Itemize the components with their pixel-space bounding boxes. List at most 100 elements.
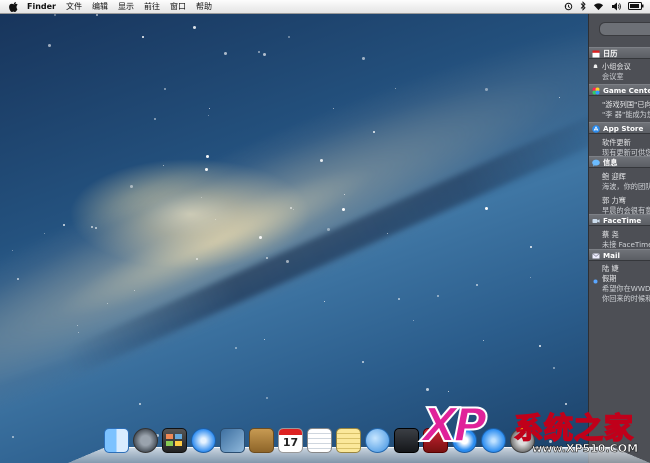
bluetooth-icon[interactable] bbox=[580, 1, 586, 11]
nc-line: "李 器"能成为您 bbox=[602, 110, 650, 119]
nc-line[interactable]: 小组会议 bbox=[602, 62, 631, 72]
nc-app-name: 日历 bbox=[603, 49, 618, 58]
star bbox=[48, 44, 51, 47]
star bbox=[44, 233, 45, 234]
nc-app-name: Mail bbox=[603, 251, 620, 260]
star bbox=[12, 250, 13, 251]
menu-go[interactable]: 前往 bbox=[144, 1, 160, 12]
watermark-xp-logo: XP bbox=[421, 397, 488, 453]
nc-header-app-store[interactable]: App Store bbox=[589, 122, 650, 134]
finder-icon[interactable] bbox=[104, 428, 129, 453]
star bbox=[209, 108, 210, 109]
star bbox=[95, 227, 97, 229]
nc-header-messages[interactable]: 信息 bbox=[589, 156, 650, 168]
menu-help[interactable]: 帮助 bbox=[196, 1, 212, 12]
star bbox=[324, 301, 325, 302]
nc-app-name: Game Center bbox=[603, 86, 650, 95]
messages-icon bbox=[592, 159, 600, 167]
nc-line: 希望你在WWDC bbox=[602, 284, 650, 293]
preview-icon[interactable] bbox=[220, 428, 245, 453]
contacts-icon[interactable] bbox=[249, 428, 274, 453]
safari-icon[interactable] bbox=[191, 428, 216, 453]
mail-icon bbox=[592, 253, 600, 259]
star bbox=[286, 260, 289, 263]
star bbox=[290, 207, 292, 209]
star bbox=[293, 209, 294, 210]
nc-line[interactable]: "游戏列国"已向您 bbox=[602, 100, 650, 110]
notification-search-field[interactable] bbox=[599, 22, 650, 36]
nc-app-name: FaceTime bbox=[603, 216, 642, 225]
star bbox=[362, 57, 365, 60]
star bbox=[130, 185, 133, 188]
menu-file[interactable]: 文件 bbox=[66, 1, 82, 12]
menu-view[interactable]: 显示 bbox=[118, 1, 134, 12]
star bbox=[54, 14, 56, 16]
galaxy-glow bbox=[0, 14, 590, 445]
nc-line: 会议室 bbox=[602, 72, 624, 81]
star bbox=[163, 165, 164, 166]
star bbox=[263, 53, 266, 56]
mission-control-icon[interactable] bbox=[162, 428, 187, 453]
star bbox=[342, 208, 345, 211]
star bbox=[373, 131, 375, 133]
time-machine-icon[interactable] bbox=[564, 2, 573, 11]
menu-window[interactable]: 窗口 bbox=[170, 1, 186, 12]
star bbox=[139, 403, 141, 405]
nc-line[interactable]: 蔡 尧 bbox=[602, 230, 619, 240]
star bbox=[154, 118, 156, 120]
menu-edit[interactable]: 编辑 bbox=[92, 1, 108, 12]
reminders-icon[interactable] bbox=[307, 428, 332, 453]
star bbox=[12, 436, 14, 438]
star bbox=[91, 226, 93, 228]
star bbox=[63, 224, 65, 226]
nc-line[interactable]: 软件更新 bbox=[602, 138, 631, 148]
star bbox=[344, 194, 345, 195]
star bbox=[413, 320, 414, 321]
apple-menu-icon[interactable] bbox=[9, 1, 19, 12]
nc-line[interactable]: 郭 力骞 bbox=[602, 196, 626, 206]
menu-finder[interactable]: Finder bbox=[27, 2, 56, 11]
facetime-icon[interactable] bbox=[394, 428, 419, 453]
nc-line[interactable]: 陆 婕 bbox=[602, 264, 619, 274]
nc-line[interactable]: 鲍 迎辉 bbox=[602, 172, 626, 182]
nc-header-game-center[interactable]: Game Center bbox=[589, 84, 650, 96]
watermark-brand: 系统之家 bbox=[513, 410, 635, 446]
star bbox=[553, 367, 555, 369]
unread-dot-icon bbox=[593, 279, 598, 284]
star bbox=[539, 345, 541, 347]
calendar-icon[interactable]: 17 bbox=[278, 428, 303, 453]
star bbox=[437, 295, 439, 297]
nc-line: 你回来的时候和 bbox=[602, 294, 650, 303]
volume-icon[interactable] bbox=[611, 2, 621, 11]
calendar-date: 17 bbox=[282, 436, 299, 449]
messages-icon[interactable] bbox=[365, 428, 390, 453]
star bbox=[142, 36, 144, 38]
star bbox=[530, 246, 532, 248]
star bbox=[205, 168, 208, 171]
menu-bar: Finder 文件 编辑 显示 前往 窗口 帮助 bbox=[0, 0, 650, 14]
star bbox=[134, 290, 135, 291]
launchpad-icon[interactable] bbox=[133, 428, 158, 453]
star bbox=[476, 284, 478, 286]
nc-header-mail[interactable]: Mail bbox=[589, 249, 650, 261]
star bbox=[224, 52, 227, 55]
nc-header-facetime[interactable]: FaceTime bbox=[589, 214, 650, 226]
nc-header-calendar[interactable]: 日历 bbox=[589, 47, 650, 59]
notes-icon[interactable] bbox=[336, 428, 361, 453]
facetime-icon bbox=[592, 219, 600, 223]
notification-center: 日历 小组会议 会议室 Game Center "游戏列国"已向您 "李 器"能… bbox=[588, 14, 650, 463]
star bbox=[395, 88, 396, 89]
status-menus bbox=[564, 1, 644, 11]
game-center-icon bbox=[592, 87, 600, 95]
star bbox=[107, 303, 108, 304]
star bbox=[266, 257, 268, 259]
star bbox=[206, 155, 209, 158]
app-store-icon bbox=[592, 125, 600, 133]
star bbox=[77, 325, 78, 326]
nc-app-name: 信息 bbox=[603, 158, 618, 167]
star bbox=[448, 391, 449, 392]
wifi-icon[interactable] bbox=[593, 2, 604, 11]
battery-icon[interactable] bbox=[628, 2, 644, 10]
desktop-wallpaper[interactable] bbox=[0, 14, 590, 463]
calendar-icon bbox=[592, 50, 600, 58]
